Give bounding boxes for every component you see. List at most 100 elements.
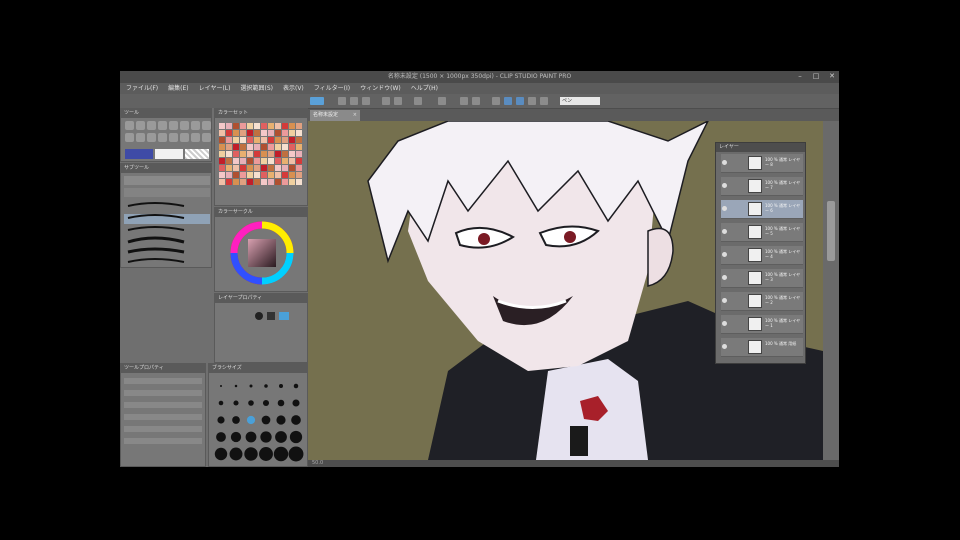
color-swatch[interactable] [275, 172, 281, 178]
menu-help[interactable]: ヘルプ(H) [408, 83, 441, 94]
grid-snap-icon[interactable] [516, 97, 524, 105]
brush-size-option[interactable] [216, 432, 226, 442]
color-swatch[interactable] [247, 165, 253, 171]
color-swatch[interactable] [254, 137, 260, 143]
color-swatch[interactable] [219, 165, 225, 171]
color-swatch[interactable] [219, 151, 225, 157]
lasso-tool-icon[interactable] [158, 121, 167, 130]
color-swatch[interactable] [240, 123, 246, 129]
brush-size-option[interactable] [288, 446, 304, 462]
color-swatch[interactable] [282, 144, 288, 150]
color-swatch[interactable] [254, 130, 260, 136]
color-swatch[interactable] [233, 123, 239, 129]
color-swatch[interactable] [247, 151, 253, 157]
brush-stroke-preview-6[interactable] [127, 258, 185, 263]
color-swatch[interactable] [275, 130, 281, 136]
color-swatch[interactable] [261, 172, 267, 178]
clear-icon[interactable] [414, 97, 422, 105]
eye-icon[interactable] [722, 298, 727, 303]
subtool-input[interactable]: ペン [560, 97, 600, 105]
eye-icon[interactable] [722, 229, 727, 234]
brush-stroke-preview-1[interactable] [127, 202, 185, 207]
menu-filter[interactable]: フィルター(I) [311, 83, 353, 94]
color-swatch[interactable] [282, 158, 288, 164]
close-button[interactable]: ✕ [827, 72, 837, 81]
color-swatch[interactable] [296, 151, 302, 157]
brush-size-option[interactable] [232, 416, 240, 424]
color-swatch[interactable] [261, 130, 267, 136]
brush-tool-icon[interactable] [202, 121, 211, 130]
brush-size-option[interactable] [244, 447, 258, 461]
color-swatch[interactable] [261, 165, 267, 171]
color-swatch[interactable] [282, 123, 288, 129]
brush-stroke-preview-3[interactable] [127, 226, 185, 231]
brush-size-option[interactable] [289, 430, 303, 444]
brush-size-option[interactable] [291, 415, 301, 425]
color-swatch[interactable] [247, 179, 253, 185]
color-swatch[interactable] [275, 158, 281, 164]
main-color-swatch[interactable] [125, 149, 153, 159]
brush-stroke-preview-4[interactable] [127, 236, 185, 244]
color-swatch[interactable] [275, 151, 281, 157]
layer-row[interactable]: 100 % 通常 レイヤー 1 [721, 315, 803, 334]
layer-row[interactable]: 100 % 通常 用紙 [721, 338, 803, 357]
color-swatch[interactable] [296, 165, 302, 171]
layer-color-icon[interactable] [255, 312, 263, 320]
color-swatch[interactable] [282, 137, 288, 143]
color-swatch[interactable] [268, 130, 274, 136]
brush-size-option[interactable] [259, 447, 273, 461]
anti-alias-option[interactable] [124, 402, 202, 408]
color-swatch[interactable] [254, 158, 260, 164]
layer-row[interactable]: 100 % 通常 レイヤー 8 [721, 154, 803, 173]
color-swatch[interactable] [240, 137, 246, 143]
color-swatch[interactable] [275, 165, 281, 171]
eye-icon[interactable] [722, 160, 727, 165]
opacity-slider[interactable] [124, 390, 202, 396]
color-swatch[interactable] [254, 151, 260, 157]
color-swatch[interactable] [296, 130, 302, 136]
gradient-tool-icon[interactable] [169, 133, 178, 142]
menu-edit[interactable]: 編集(E) [165, 83, 191, 94]
color-swatch[interactable] [247, 123, 253, 129]
reference-layer-icon[interactable] [279, 312, 289, 320]
layer-row[interactable]: 100 % 通常 レイヤー 4 [721, 246, 803, 265]
color-swatch[interactable] [226, 158, 232, 164]
brush-size-option[interactable] [249, 384, 253, 388]
color-swatch[interactable] [233, 151, 239, 157]
color-swatch[interactable] [254, 179, 260, 185]
color-swatch[interactable] [226, 179, 232, 185]
color-swatch[interactable] [240, 172, 246, 178]
color-swatch[interactable] [254, 172, 260, 178]
color-swatch[interactable] [219, 179, 225, 185]
color-swatch[interactable] [268, 165, 274, 171]
open-file-icon[interactable] [350, 97, 358, 105]
eyedropper-tool-icon[interactable] [169, 121, 178, 130]
saturation-value-square[interactable] [248, 239, 276, 267]
color-swatch[interactable] [296, 123, 302, 129]
brush-size-option[interactable] [214, 447, 228, 461]
color-swatch[interactable] [240, 144, 246, 150]
color-swatch[interactable] [247, 130, 253, 136]
maximize-button[interactable]: □ [811, 72, 821, 81]
color-swatch[interactable] [275, 144, 281, 150]
color-swatch[interactable] [226, 137, 232, 143]
subtool-group-tabs[interactable] [124, 176, 210, 185]
menu-view[interactable]: 表示(V) [280, 83, 307, 94]
color-swatch[interactable] [282, 172, 288, 178]
color-swatch[interactable] [219, 172, 225, 178]
brush-size-option[interactable] [292, 399, 300, 407]
color-swatch[interactable] [226, 172, 232, 178]
color-swatch[interactable] [247, 137, 253, 143]
blend-tool-icon[interactable] [147, 133, 156, 142]
color-swatch[interactable] [226, 123, 232, 129]
ruler-snap-icon[interactable] [504, 97, 512, 105]
eraser-tool-icon[interactable] [136, 133, 145, 142]
eye-icon[interactable] [722, 321, 727, 326]
color-swatch[interactable] [226, 144, 232, 150]
color-swatch[interactable] [261, 123, 267, 129]
color-swatch[interactable] [261, 144, 267, 150]
eye-icon[interactable] [722, 275, 727, 280]
brush-size-option[interactable] [276, 415, 286, 425]
color-swatch[interactable] [219, 123, 225, 129]
brush-size-option[interactable] [229, 447, 243, 461]
